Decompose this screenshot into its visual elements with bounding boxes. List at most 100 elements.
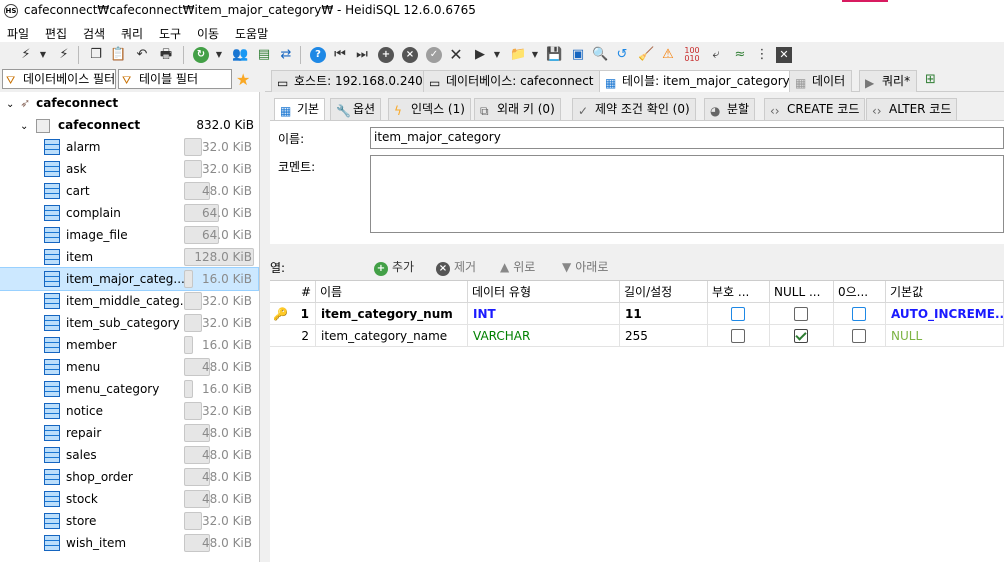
save-as-icon[interactable]: ▣ — [570, 47, 586, 63]
move-up-button[interactable]: ▲ 위로 — [500, 258, 535, 275]
col-header-num[interactable]: # — [270, 281, 316, 303]
dropdown-arrow-icon[interactable]: ▼ — [214, 47, 224, 63]
tab-data[interactable]: ▦ 데이터 — [789, 70, 853, 92]
database-filter[interactable]: ⛛ 데이터베이스 필터 — [2, 69, 116, 89]
grid-cell[interactable] — [834, 303, 886, 325]
import-icon[interactable]: ▤ — [256, 47, 272, 63]
tab-indexes[interactable]: ϟ 인덱스 (1) — [388, 98, 471, 120]
grid-cell[interactable] — [834, 325, 886, 347]
tree-table-item[interactable]: ask 32.0 KiB — [0, 158, 258, 180]
grid-cell[interactable]: 255 — [620, 325, 708, 347]
tree-table-item[interactable]: stock 48.0 KiB — [0, 488, 258, 510]
dropdown-arrow-icon[interactable]: ▼ — [530, 47, 540, 63]
transfer-icon[interactable]: ⇄ — [278, 47, 294, 63]
grid-cell[interactable] — [708, 325, 770, 347]
tree-table-item[interactable]: image_file 64.0 KiB — [0, 224, 258, 246]
grid-cell[interactable] — [770, 303, 834, 325]
tree-table-item[interactable]: notice 32.0 KiB — [0, 400, 258, 422]
close-tab-icon[interactable]: ✕ — [776, 47, 792, 63]
grid-cell[interactable]: VARCHAR — [468, 325, 620, 347]
zerofill-checkbox[interactable] — [852, 307, 866, 321]
replace-icon[interactable]: ↺ — [614, 47, 630, 63]
tree-table-item[interactable]: item_sub_category 32.0 KiB — [0, 312, 258, 334]
tab-alter-code[interactable]: ‹› ALTER 코드 — [866, 98, 958, 120]
grid-cell[interactable]: 11 — [620, 303, 708, 325]
tab-create-code[interactable]: ‹› CREATE 코드 — [764, 98, 866, 120]
dropdown-arrow-icon[interactable]: ▼ — [492, 47, 502, 63]
insert-record-icon[interactable]: + — [378, 47, 394, 63]
menu-search[interactable]: 검색 — [83, 25, 105, 42]
find-icon[interactable]: 🔍 — [592, 47, 608, 63]
tree-table-item[interactable]: cart 48.0 KiB — [0, 180, 258, 202]
tree-table-item[interactable]: complain 64.0 KiB — [0, 202, 258, 224]
open-file-icon[interactable]: 📁 — [510, 47, 526, 63]
binary-icon[interactable]: 100 010 — [684, 47, 700, 63]
comment-textarea[interactable] — [370, 155, 1004, 233]
menu-tools[interactable]: 도구 — [159, 25, 181, 42]
tree-table-item[interactable]: alarm 32.0 KiB — [0, 136, 258, 158]
format-sql-icon[interactable]: 🧹 — [638, 47, 654, 63]
save-icon[interactable]: 💾 — [546, 47, 562, 63]
menu-help[interactable]: 도움말 — [235, 25, 268, 42]
run-query-icon[interactable]: ▶ — [472, 47, 488, 63]
tree-table-item[interactable]: shop_order 48.0 KiB — [0, 466, 258, 488]
new-query-tab-icon[interactable]: ⊞ — [925, 72, 936, 87]
menu-file[interactable]: 파일 — [7, 25, 29, 42]
tab-foreign-keys[interactable]: ⧉ 외래 키 (0) — [474, 98, 561, 120]
zerofill-checkbox[interactable] — [852, 329, 866, 343]
grid-cell[interactable] — [708, 303, 770, 325]
table-filter[interactable]: ⛛ 테이블 필터 — [118, 69, 232, 89]
chevron-down-icon[interactable]: ⌄ — [20, 121, 28, 132]
refresh-icon[interactable]: ↻ — [193, 47, 209, 63]
cancel-icon[interactable]: ✕ — [448, 47, 464, 63]
warning-icon[interactable]: ⚠ — [660, 47, 676, 63]
table-name-input[interactable]: item_major_category — [370, 127, 1004, 149]
chevron-down-icon[interactable]: ⌄ — [6, 99, 14, 110]
tree-table-item[interactable]: repair 48.0 KiB — [0, 422, 258, 444]
grid-cell[interactable]: AUTO_INCREME... — [886, 303, 1004, 325]
col-header-name[interactable]: 이름 — [316, 281, 468, 303]
col-header-length[interactable]: 길이/설정 — [620, 281, 708, 303]
user-manager-icon[interactable]: 👥 — [232, 47, 248, 63]
col-header-allow-null[interactable]: NULL ... — [770, 281, 834, 303]
col-header-default[interactable]: 기본값 — [886, 281, 1004, 303]
tab-options[interactable]: 🔧 옵션 — [330, 98, 382, 120]
allow_null-checkbox[interactable] — [794, 307, 808, 321]
tab-check-constraints[interactable]: ✓ 제약 조건 확인 (0) — [572, 98, 696, 120]
wrap-icon[interactable]: ⤶ — [708, 47, 724, 63]
dropdown-arrow-icon[interactable]: ▼ — [38, 47, 48, 63]
move-down-button[interactable]: ▼ 아래로 — [562, 258, 608, 275]
remove-column-button[interactable]: × 제거 — [436, 258, 476, 276]
tree-table-item[interactable]: item_middle_categ... 32.0 KiB — [0, 290, 258, 312]
tab-query[interactable]: ▶ 쿼리* — [859, 70, 918, 92]
undo-icon[interactable]: ↶ — [134, 47, 150, 63]
grid-cell[interactable]: INT — [468, 303, 620, 325]
print-icon[interactable]: 🖶 — [158, 47, 174, 63]
tree-table-item[interactable]: item 128.0 KiB — [0, 246, 258, 268]
tree-table-item[interactable]: menu 48.0 KiB — [0, 356, 258, 378]
tab-partitions[interactable]: ◕ 분할 — [704, 98, 756, 120]
paste-icon[interactable]: 📋 — [110, 47, 126, 63]
grid-cell[interactable]: 🔑 1 — [270, 303, 316, 325]
unsigned-checkbox[interactable] — [731, 329, 745, 343]
star-icon[interactable]: ★ — [236, 70, 250, 89]
allow_null-checkbox[interactable] — [794, 329, 808, 343]
tab-table[interactable]: ▦ 테이블: item_major_category — [599, 70, 797, 92]
tree-table-item[interactable]: wish_item 48.0 KiB — [0, 532, 258, 554]
help-icon[interactable]: ? — [310, 47, 326, 63]
tree-database-node[interactable]: ⌄ cafeconnect 832.0 KiB — [20, 114, 259, 136]
connect-icon[interactable]: ⚡ — [18, 47, 34, 63]
menu-go[interactable]: 이동 — [197, 25, 219, 42]
menu-query[interactable]: 쿼리 — [121, 25, 143, 42]
col-header-unsigned[interactable]: 부호 ... — [708, 281, 770, 303]
tree-table-item[interactable]: member 16.0 KiB — [0, 334, 258, 356]
tab-host[interactable]: ▭ 호스트: 192.168.0.240 — [271, 70, 430, 92]
more-icon[interactable]: ⋮ — [754, 47, 770, 63]
tree-table-item[interactable]: menu_category 16.0 KiB — [0, 378, 258, 400]
grid-cell[interactable]: item_category_name — [316, 325, 468, 347]
col-header-zerofill[interactable]: 0으... — [834, 281, 886, 303]
grid-cell[interactable]: 2 — [270, 325, 316, 347]
grid-cell[interactable] — [770, 325, 834, 347]
tree-table-item[interactable]: sales 48.0 KiB — [0, 444, 258, 466]
grid-cell[interactable]: NULL — [886, 325, 1004, 347]
